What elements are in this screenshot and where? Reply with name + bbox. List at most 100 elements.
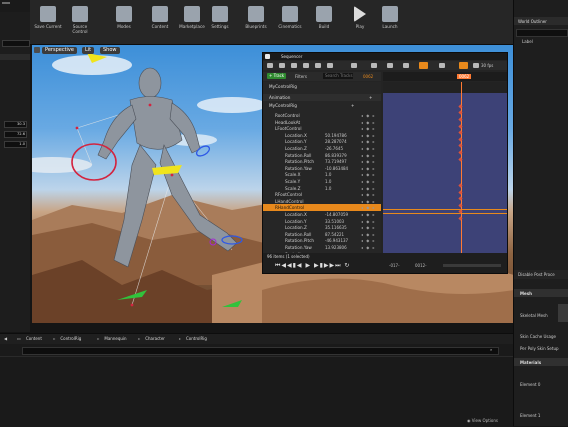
left-search-input[interactable] [2, 40, 30, 47]
snap-icon[interactable] [459, 62, 468, 69]
view-options-button[interactable]: ◉ View Options [467, 418, 498, 423]
breadcrumb-item[interactable]: Content [26, 336, 42, 341]
source-control-button[interactable]: Source Control [66, 2, 94, 42]
play-button[interactable]: Play [346, 2, 374, 42]
add-icon[interactable] [267, 63, 273, 68]
viewport-options-icon[interactable] [34, 47, 40, 53]
current-frame-badge[interactable]: 0062 [457, 74, 472, 79]
toolbar-button-label: Launch [382, 24, 398, 29]
camera-icon[interactable] [303, 63, 309, 68]
save-icon[interactable] [279, 63, 285, 68]
toolbar-button-label: Marketplace [179, 24, 205, 29]
transform-icon[interactable] [371, 63, 377, 68]
toolbar-button-label: Build [318, 24, 330, 29]
frame-rate[interactable]: 30 fps [481, 63, 493, 68]
left-value-field-1[interactable]: 30.3 [4, 121, 27, 128]
toolbar-corner [0, 0, 30, 12]
lit-button[interactable]: Lit [82, 47, 95, 54]
skeletal-mesh-thumbnail[interactable] [558, 304, 568, 322]
toolbar-button-label: Play [355, 24, 365, 29]
timeline-scrollbar[interactable] [443, 264, 501, 267]
record-icon[interactable] [327, 63, 333, 68]
search-icon[interactable]: ⌕ [490, 347, 492, 352]
toolbar-button-label: Blueprints [245, 24, 267, 29]
toolbar-button-label: Content [151, 24, 169, 29]
content-button[interactable]: Content [146, 2, 174, 42]
materials-section-header[interactable]: Materials [514, 358, 568, 366]
root-track-item[interactable]: MyControlRig [263, 83, 381, 90]
sequencer-titlebar: Sequencer [263, 53, 507, 60]
breadcrumb-item[interactable]: Character [145, 336, 165, 341]
tangent-icon[interactable] [439, 63, 445, 68]
sequencer-toolbar: 30 fps [263, 61, 507, 70]
right-details-panel: World Outliner Label Disable Post Proce … [513, 0, 568, 426]
disable-post-process-label: Disable Post Proce [518, 272, 555, 277]
toolbar-button-label: Modes [117, 24, 131, 29]
save-current-button[interactable]: Save Current [34, 2, 62, 42]
render-icon[interactable] [315, 63, 321, 68]
element0-label: Element 0 [520, 382, 541, 387]
keyframe-icon[interactable] [473, 63, 479, 68]
timeline-ruler[interactable]: 0062 [383, 72, 507, 81]
world-outliner-tab[interactable]: World Outliner [514, 17, 568, 25]
rig-add-icon[interactable]: + [351, 102, 354, 109]
range-start[interactable]: -017- [389, 263, 400, 268]
toolbar-button-label: Settings [211, 24, 229, 29]
search-icon[interactable] [291, 63, 297, 68]
blueprints-button[interactable]: Blueprints [242, 2, 270, 42]
timeline-track-area[interactable] [383, 82, 507, 253]
animation-label: Animation [269, 95, 291, 100]
track-outliner: MyControlRig Animation + MyControlRig + … [263, 82, 381, 253]
marketplace-button[interactable]: Marketplace [178, 2, 206, 42]
animation-add-icon[interactable]: + [369, 94, 372, 101]
back-icon[interactable]: ◀ [4, 336, 7, 341]
launch-button[interactable]: Launch [376, 2, 404, 42]
perspective-button[interactable]: Perspective [42, 47, 77, 54]
folder-icon[interactable]: ▭ [17, 336, 21, 341]
auto-key-icon[interactable] [387, 63, 393, 68]
show-button[interactable]: Show [100, 47, 120, 54]
cinematics-button[interactable]: Cinematics [276, 2, 304, 42]
left-value-field-2[interactable]: 72.6 [4, 131, 27, 138]
outliner-search-input[interactable] [516, 29, 568, 37]
mesh-section-header[interactable]: Mesh [514, 289, 568, 297]
content-divider [0, 356, 513, 357]
world-outliner-label: World Outliner [518, 19, 547, 24]
breadcrumb-separator-icon: ▸ [179, 336, 182, 341]
build-button[interactable]: Build [310, 2, 338, 42]
control-rig-item[interactable]: MyControlRig + [263, 102, 381, 109]
settings-button[interactable]: Settings [206, 2, 234, 42]
track-search-input[interactable]: Search Tracks [323, 73, 353, 79]
toolbar-button-label: Save Current [34, 24, 62, 29]
modes-button[interactable]: Modes [110, 2, 138, 42]
breadcrumb-item[interactable]: Mannequin [104, 336, 126, 341]
content-icon [152, 6, 168, 22]
toolbar-button-label: Source Control [72, 24, 88, 34]
frame-counter[interactable]: 0062 [363, 74, 373, 79]
element1-label: Element 1 [520, 413, 541, 418]
add-track-button[interactable]: + Track [267, 73, 287, 79]
filters-button[interactable]: Filters [295, 74, 307, 79]
lit-label: Lit [85, 47, 92, 53]
filter-icon[interactable] [351, 63, 357, 68]
view-options-label: View Options [471, 418, 498, 423]
modes-icon [116, 6, 132, 22]
skeletal-mesh-label: Skeletal Mesh [520, 313, 548, 318]
animation-section[interactable]: Animation + [263, 94, 381, 101]
key-mode-icon[interactable] [419, 62, 428, 69]
selection-status: 96 items (1 selected) [267, 254, 310, 259]
content-browser: ◀ ▭ Content ▸ ControlRig ▸ Mannequin ▸ Charact… [0, 333, 513, 427]
content-search-input[interactable] [22, 347, 499, 355]
sequencer-title: Sequencer [281, 54, 303, 59]
perspective-label: Perspective [45, 47, 74, 53]
left-details-panel: 30.3 72.6 1.0 [0, 12, 30, 332]
transport-controls[interactable]: ⏮◀◀▮◀ ▶ ▶▮▶▶⏭ ↻ [275, 262, 350, 270]
breadcrumb-item[interactable]: ControlRig [60, 336, 81, 341]
blueprints-icon [248, 6, 264, 22]
curve-icon[interactable] [403, 63, 409, 68]
main-toolbar: Save Current Source Control Modes Content Ma… [0, 0, 513, 45]
range-end[interactable]: 0012- [415, 263, 427, 268]
breadcrumb-item[interactable]: ControlRig [186, 336, 207, 341]
breadcrumb-separator-icon: ▸ [53, 336, 56, 341]
left-value-field-3[interactable]: 1.0 [4, 141, 27, 148]
